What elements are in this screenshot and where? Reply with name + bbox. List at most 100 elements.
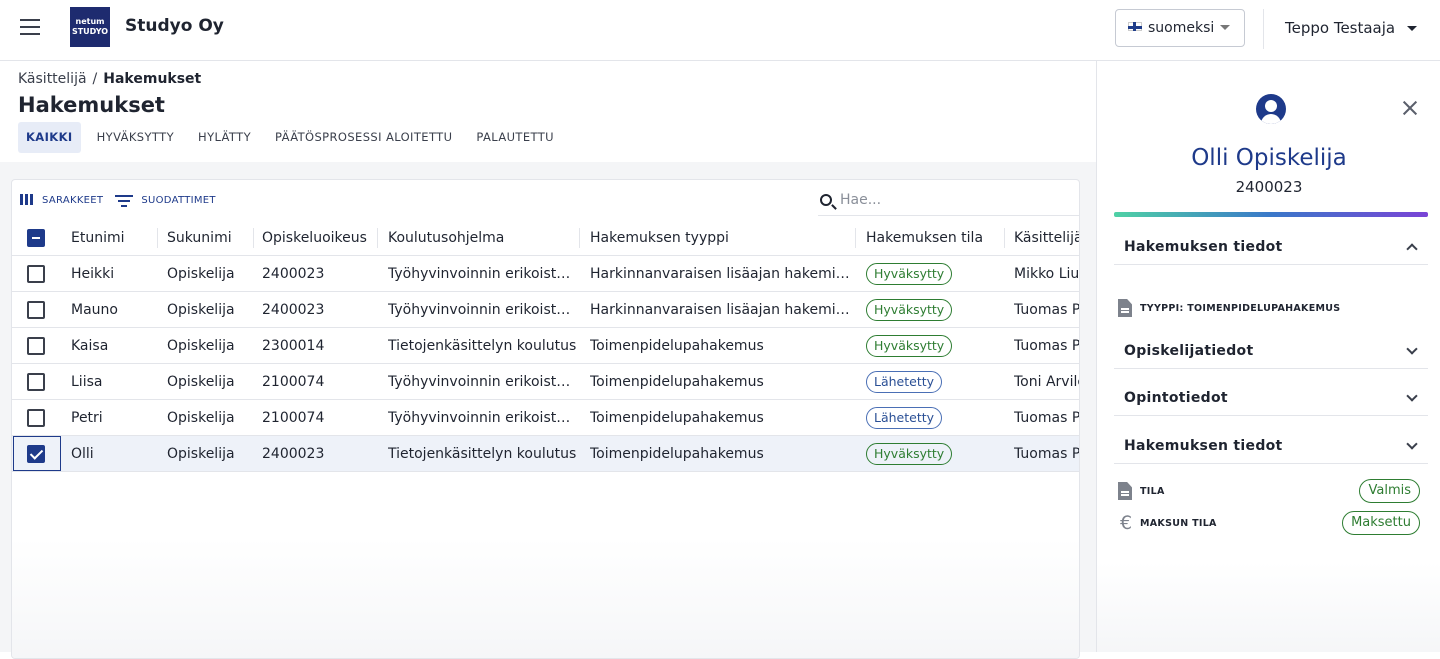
cell-program: Tietojenkäsittelyn koulutus bbox=[388, 446, 577, 462]
tila-label: TILA bbox=[1140, 486, 1165, 497]
column-header-etunimi[interactable]: Etunimi bbox=[71, 220, 157, 256]
row-checkbox[interactable] bbox=[27, 373, 45, 391]
caret-down-icon bbox=[1407, 26, 1418, 31]
table-row[interactable]: Heikki Opiskelija 2400023 Työhyvinvoinnin e… bbox=[12, 256, 1079, 292]
accordion-label: Opintotiedot bbox=[1124, 390, 1228, 406]
tila-row: TILA Valmis bbox=[1114, 479, 1428, 508]
cell-first-name: Olli bbox=[71, 446, 94, 462]
cell-program: Työhyvinvoinnin erikoistu... bbox=[388, 266, 578, 282]
logo-text-top: netum bbox=[75, 17, 105, 26]
filters-button[interactable]: SUODATTIMET bbox=[115, 194, 216, 207]
chevron-down-icon bbox=[1406, 438, 1418, 450]
row-checkbox[interactable] bbox=[27, 301, 45, 319]
column-header-opiskeluoikeus[interactable]: Opiskeluoikeus bbox=[262, 220, 377, 256]
breadcrumb-parent[interactable]: Käsittelijä bbox=[18, 71, 87, 87]
user-menu[interactable]: Teppo Testaaja bbox=[1285, 19, 1418, 37]
table-row[interactable]: Mauno Opiskelija 2400023 Työhyvinvoinnin er… bbox=[12, 292, 1080, 328]
column-separator[interactable] bbox=[579, 228, 580, 248]
payment-label: MAKSUN TILA bbox=[1140, 518, 1217, 529]
cell-application-type: Harkinnanvaraisen lisäajan hakeminen bbox=[590, 302, 852, 318]
top-bar: netum STUDYO Studyo Oy suomeksi Teppo Te… bbox=[0, 0, 1440, 61]
tab-hyvaksytty[interactable]: HYVÄKSYTTY bbox=[89, 122, 182, 153]
cell-study-right: 2100074 bbox=[262, 410, 325, 426]
student-name: Olli Opiskelija bbox=[1191, 145, 1347, 171]
tab-palautettu[interactable]: PALAUTETTU bbox=[468, 122, 562, 153]
table-header: Etunimi Sukunimi Opiskeluoikeus Koulutus… bbox=[12, 220, 1079, 256]
search-icon bbox=[820, 194, 832, 206]
row-checkbox[interactable] bbox=[27, 265, 45, 283]
table-row[interactable]: Kaisa Opiskelija 2300014 Tietojenkäsittelyn… bbox=[12, 328, 1079, 364]
table-row[interactable]: Olli Opiskelija 2400023 Tietojenkäsittelyn … bbox=[12, 436, 1079, 472]
status-chip: Hyväksytty bbox=[866, 443, 953, 465]
chevron-up-icon bbox=[1406, 243, 1418, 255]
status-chip: Lähetetty bbox=[866, 407, 943, 429]
cell-study-right: 2400023 bbox=[262, 266, 325, 282]
cell-program: Tietojenkäsittelyn koulutus bbox=[388, 338, 577, 354]
language-select[interactable]: suomeksi bbox=[1115, 9, 1245, 47]
status-chip: Lähetetty bbox=[866, 371, 943, 393]
cell-last-name: Opiskelija bbox=[167, 446, 235, 462]
tila-status-chip: Valmis bbox=[1359, 479, 1420, 503]
company-logo: netum STUDYO bbox=[70, 7, 110, 47]
accordion-opintotiedot[interactable]: Opintotiedot bbox=[1114, 380, 1428, 416]
accordion-label: Opiskelijatiedot bbox=[1124, 343, 1254, 359]
cell-application-type: Toimenpidelupahakemus bbox=[590, 446, 764, 462]
finland-flag-icon bbox=[1128, 22, 1142, 31]
payment-status-chip: Maksettu bbox=[1342, 511, 1420, 535]
column-header-hakemuksen-tyyppi[interactable]: Hakemuksen tyyppi bbox=[590, 220, 852, 256]
grid-toolbar: SARAKKEET SUODATTIMET bbox=[20, 194, 228, 207]
cell-first-name: Heikki bbox=[71, 266, 115, 282]
cell-application-type: Toimenpidelupahakemus bbox=[590, 338, 764, 354]
row-checkbox[interactable] bbox=[27, 409, 45, 427]
gradient-divider bbox=[1114, 212, 1428, 217]
filters-label: SUODATTIMET bbox=[141, 194, 216, 206]
caret-down-icon bbox=[1220, 25, 1231, 30]
cell-handler: Tuomas Pu bbox=[1014, 302, 1080, 318]
cell-first-name: Kaisa bbox=[71, 338, 109, 354]
table-row[interactable]: Liisa Opiskelija 2100074 Työhyvinvoinnin er… bbox=[12, 364, 1079, 400]
column-header-sukunimi[interactable]: Sukunimi bbox=[167, 220, 253, 256]
chevron-down-icon bbox=[1406, 343, 1418, 355]
avatar-icon bbox=[1256, 94, 1286, 124]
breadcrumb: Käsittelijä / Hakemukset bbox=[18, 71, 201, 87]
cell-status: Hyväksytty bbox=[866, 256, 1004, 292]
column-separator[interactable] bbox=[157, 228, 158, 248]
accordion-opiskelijatiedot[interactable]: Opiskelijatiedot bbox=[1114, 333, 1428, 369]
cell-program: Työhyvinvoinnin erikoistu... bbox=[388, 410, 578, 426]
logo-text-bottom: STUDYO bbox=[71, 27, 109, 36]
search-input[interactable]: Hae... bbox=[818, 186, 1079, 216]
tab-hylatty[interactable]: HYLÄTTY bbox=[190, 122, 259, 153]
columns-label: SARAKKEET bbox=[42, 194, 104, 206]
accordion-hakemuksen-tiedot[interactable]: Hakemuksen tiedot bbox=[1114, 229, 1428, 265]
select-all-checkbox[interactable] bbox=[27, 229, 45, 247]
application-type-row: TYYPPI: TOIMENPIDELUPAHAKEMUS bbox=[1114, 299, 1428, 325]
tab-paatosprosessi-aloitettu[interactable]: PÄÄTÖSPROSESSI ALOITETTU bbox=[267, 122, 460, 153]
status-chip: Hyväksytty bbox=[866, 263, 953, 285]
accordion-hakemuksen-tiedot-2[interactable]: Hakemuksen tiedot bbox=[1114, 428, 1428, 464]
column-separator[interactable] bbox=[253, 228, 254, 248]
menu-icon[interactable] bbox=[20, 19, 40, 35]
header-divider bbox=[1263, 9, 1264, 49]
close-icon[interactable] bbox=[1401, 99, 1419, 117]
column-separator[interactable] bbox=[855, 228, 856, 248]
status-chip: Hyväksytty bbox=[866, 299, 953, 321]
table-row[interactable]: Petri Opiskelija 2100074 Työhyvinvoinnin er… bbox=[12, 400, 1079, 436]
row-checkbox[interactable] bbox=[27, 445, 45, 463]
search-placeholder: Hae... bbox=[840, 192, 882, 208]
cell-status: Hyväksytty bbox=[866, 292, 1004, 328]
cell-application-type: Toimenpidelupahakemus bbox=[590, 374, 764, 390]
column-separator[interactable] bbox=[1004, 228, 1005, 248]
column-header-kasittelija[interactable]: Käsittelijä bbox=[1014, 220, 1079, 256]
column-separator[interactable] bbox=[377, 228, 378, 248]
cell-first-name: Liisa bbox=[71, 374, 103, 390]
row-checkbox[interactable] bbox=[27, 337, 45, 355]
payment-row: € MAKSUN TILA Maksettu bbox=[1114, 511, 1428, 540]
breadcrumb-separator: / bbox=[92, 71, 98, 87]
tab-kaikki[interactable]: KAIKKI bbox=[18, 122, 81, 153]
columns-button[interactable]: SARAKKEET bbox=[20, 194, 103, 206]
cell-program: Työhyvinvoinnin erikoistu... bbox=[388, 374, 578, 390]
column-header-koulutusohjelma[interactable]: Koulutusohjelma bbox=[388, 220, 578, 256]
document-icon bbox=[1118, 482, 1132, 500]
cell-application-type: Harkinnanvaraisen lisäajan hakeminen bbox=[590, 266, 852, 282]
column-header-hakemuksen-tila[interactable]: Hakemuksen tila bbox=[866, 220, 1004, 256]
